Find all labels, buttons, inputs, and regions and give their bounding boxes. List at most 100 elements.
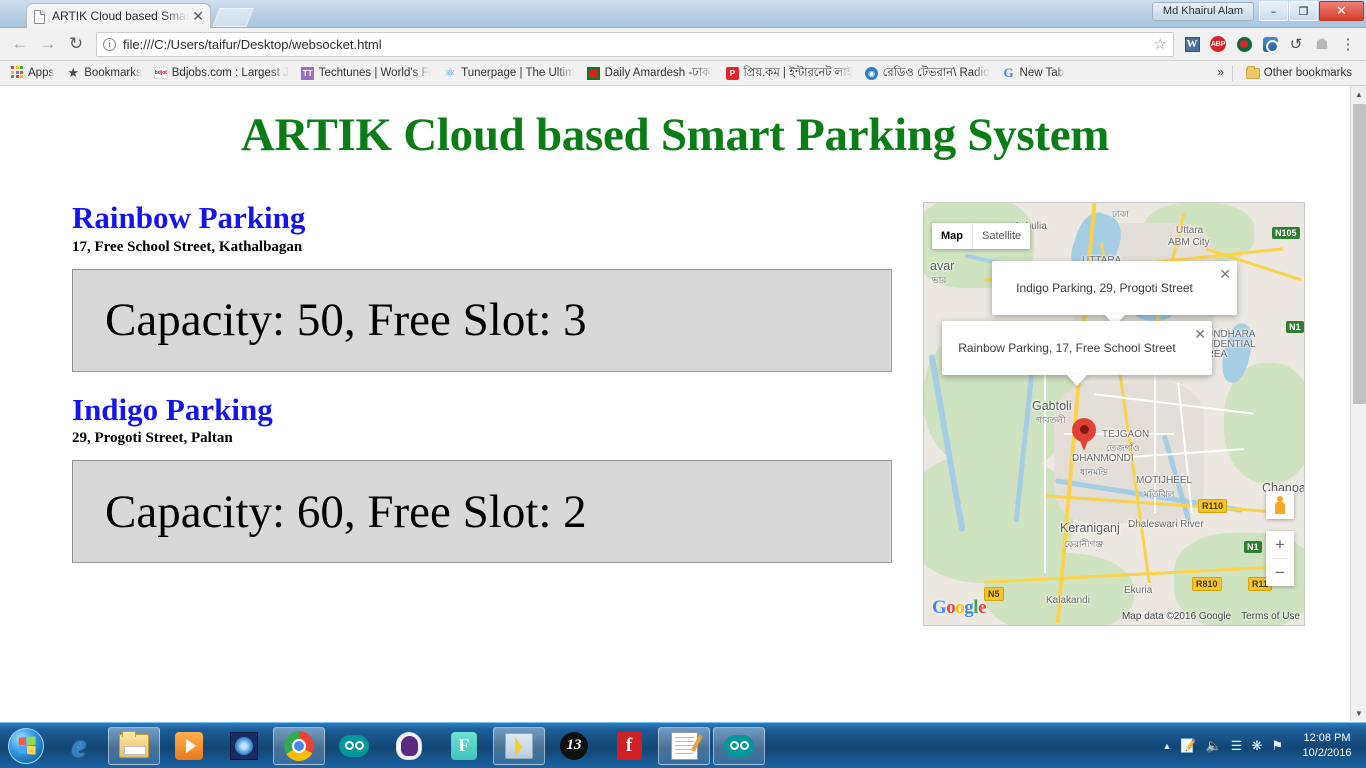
windows-orb-icon	[8, 727, 44, 764]
taskbar-clock[interactable]: 12:08 PM 10/2/2016	[1292, 731, 1362, 761]
maximize-button[interactable]: ❐	[1289, 1, 1318, 21]
extension-adblock-plus[interactable]: ABP	[1206, 32, 1230, 56]
map-type-satellite[interactable]: Satellite	[973, 223, 1030, 249]
browser-tab-active[interactable]: ARTIK Cloud based Smar ✕	[26, 3, 211, 28]
bookmark-item-amardesh[interactable]: Daily Amardesh -ঢাকা	[582, 63, 719, 83]
address-bar[interactable]: i file:///C:/Users/taifur/Desktop/websoc…	[96, 31, 1174, 57]
folder-icon	[118, 730, 150, 762]
pegman-icon	[1275, 496, 1285, 514]
taskbar-flash-app[interactable]	[493, 726, 545, 765]
flag-action-center-icon[interactable]: ⚑	[1271, 738, 1283, 754]
taskbar-windows-explorer[interactable]	[108, 726, 160, 765]
google-g-icon: G	[1003, 65, 1014, 80]
antivirus-icon[interactable]: ❋	[1251, 738, 1262, 754]
taskbar-bijoy-bayanno[interactable]	[218, 727, 270, 765]
extension-sync[interactable]: ↺	[1284, 32, 1308, 56]
taskbar-arduino-window[interactable]	[713, 726, 765, 765]
logo-letter: G	[932, 597, 947, 618]
map-place-label: avar	[930, 259, 955, 273]
network-signal-icon[interactable]: ☰	[1231, 738, 1243, 754]
fritzing-icon: f	[613, 730, 645, 762]
zoom-out-button[interactable]: −	[1266, 559, 1294, 586]
page-info-icon[interactable]: i	[103, 37, 116, 51]
bookmarks-bar: Apps ★ Bookmarks bdjobs Bdjobs.com : Lar…	[0, 61, 1366, 86]
extension-wikipedia[interactable]: W	[1180, 32, 1204, 56]
windows-taskbar: e F 13 f ▲ 📝 🔈 ☰ ❋ ⚑ 12:08 PM 10/2/2016	[0, 722, 1366, 768]
zoom-in-button[interactable]: +	[1266, 531, 1294, 558]
close-tab-icon[interactable]: ✕	[192, 9, 204, 23]
techtunes-icon: TT	[301, 66, 315, 80]
bookmark-item-bdjobs[interactable]: bdjobs Bdjobs.com : Largest J	[149, 63, 294, 83]
minimize-icon: –	[1270, 4, 1277, 18]
volume-icon[interactable]: 🔈	[1206, 738, 1222, 754]
bookmark-label: রেডিও টেভরান\ Radio	[882, 66, 990, 79]
action-center-icon[interactable]: 📝	[1180, 738, 1196, 754]
bookmark-label: Daily Amardesh -ঢাকা	[604, 66, 714, 79]
close-window-button[interactable]: ✕	[1319, 1, 1364, 21]
page-scrollbar[interactable]: ▲ ▼	[1350, 86, 1366, 721]
sync-icon: ↺	[1289, 36, 1303, 53]
info-window-text: Indigo Parking, 29, Progoti Street	[1016, 281, 1193, 295]
map-zoom-control: + −	[1266, 531, 1294, 586]
extension-blue-circle[interactable]	[1258, 32, 1282, 56]
bookmark-item-bookmarks[interactable]: ★ Bookmarks	[61, 63, 147, 83]
bookmark-item-techtunes[interactable]: TT Techtunes | World's Fi	[296, 63, 436, 83]
forward-arrow-icon: →	[39, 34, 57, 53]
close-icon: ✕	[1336, 3, 1347, 19]
logo-letter: o	[946, 597, 956, 618]
taskbar-windows-media-player[interactable]	[163, 727, 215, 765]
extension-bangladesh[interactable]	[1232, 32, 1256, 56]
taskbar-google-chrome[interactable]	[273, 726, 325, 765]
close-icon[interactable]: ✕	[1194, 327, 1206, 341]
bijoy-icon	[228, 730, 260, 762]
bookmark-item-other-bookmarks[interactable]: Other bookmarks	[1241, 63, 1357, 83]
map-marker-pin[interactable]	[1072, 418, 1096, 452]
close-icon[interactable]: ✕	[1219, 267, 1231, 281]
bookmark-label: Techtunes | World's Fi	[318, 67, 432, 79]
scroll-down-icon[interactable]: ▼	[1351, 705, 1366, 721]
terms-of-use-link[interactable]: Terms of Use	[1241, 611, 1300, 622]
google-map[interactable]: ঢাকাAshuliaUttaraABM CityavarভারUTTARABA…	[923, 202, 1305, 626]
map-place-label: Ekuria	[1124, 585, 1153, 596]
chrome-profile-button[interactable]: Md Khairul Alam	[1151, 1, 1254, 21]
info-window-tail	[1066, 374, 1088, 386]
start-button[interactable]	[2, 726, 50, 766]
taskbar-arduino-ide[interactable]	[328, 727, 380, 765]
capacity-display-rainbow[interactable]: Capacity: 50, Free Slot: 3	[72, 268, 892, 372]
balloon-icon: ☗	[1315, 36, 1329, 53]
bookmarks-overflow-button[interactable]: »	[1217, 67, 1223, 79]
map-type-map[interactable]: Map	[932, 223, 973, 249]
street-view-pegman-control[interactable]	[1266, 491, 1294, 519]
taskbar-internet-explorer[interactable]: e	[53, 727, 105, 765]
capacity-display-indigo[interactable]: Capacity: 60, Free Slot: 2	[72, 460, 892, 564]
info-window-indigo[interactable]: Indigo Parking, 29, Progoti Street ✕	[992, 261, 1237, 326]
map-route-shield: R110	[1198, 499, 1228, 513]
scroll-up-icon[interactable]: ▲	[1351, 86, 1366, 102]
show-hidden-icons-button[interactable]: ▲	[1162, 741, 1171, 751]
taskbar-notepad[interactable]	[658, 726, 710, 765]
taskbar-fritzing[interactable]: f	[603, 727, 655, 765]
map-place-label: ভার	[932, 275, 947, 285]
extension-balloon[interactable]: ☗	[1310, 32, 1334, 56]
forward-button[interactable]: →	[34, 30, 62, 58]
tunerpage-icon: ⚛	[444, 66, 456, 80]
bookmark-star-icon[interactable]: ☆	[1154, 35, 1167, 53]
taskbar-purple-app[interactable]	[383, 727, 435, 765]
bookmark-item-apps[interactable]: Apps	[5, 63, 59, 83]
info-window-rainbow[interactable]: Rainbow Parking, 17, Free School Street …	[942, 321, 1212, 386]
reload-button[interactable]: ↻	[62, 30, 90, 58]
bookmark-item-new-tab[interactable]: G New Tab	[997, 63, 1070, 83]
page-favicon-icon	[33, 9, 46, 24]
minimize-button[interactable]: –	[1259, 1, 1288, 21]
scrollbar-thumb[interactable]	[1353, 104, 1366, 404]
chrome-menu-button[interactable]: ⋮	[1336, 32, 1360, 56]
map-route-shield: N105	[1272, 227, 1300, 239]
bookmark-item-priyo[interactable]: P প্রিয়.কম | ইন্টারনেট লাই	[720, 63, 857, 83]
bookmark-item-tunerpage[interactable]: ⚛ Tunerpage | The Ultim	[438, 63, 580, 83]
back-button[interactable]: ←	[6, 30, 34, 58]
map-type-control[interactable]: Map Satellite	[932, 223, 1031, 249]
new-tab-button[interactable]	[212, 8, 254, 27]
bookmark-item-radio[interactable]: ◉ রেডিও টেভরান\ Radio	[860, 63, 995, 83]
taskbar-b13-app[interactable]: 13	[548, 727, 600, 765]
taskbar-foxit-reader[interactable]: F	[438, 727, 490, 765]
